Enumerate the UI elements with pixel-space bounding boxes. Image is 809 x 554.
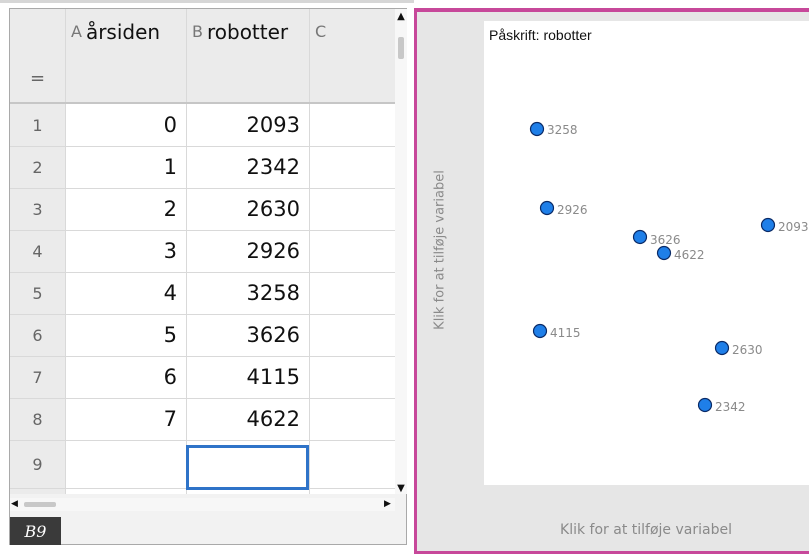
point-2093[interactable]: 2093 bbox=[760, 217, 809, 235]
y-axis-variable-prompt[interactable]: Klik for at tilføje variabel bbox=[433, 170, 448, 330]
cell-c[interactable] bbox=[309, 272, 395, 314]
app-window: A årsiden B robotter C = 1 0 2093 2 1 23… bbox=[0, 0, 809, 554]
cell-b[interactable]: 4622 bbox=[186, 398, 309, 440]
cell-a[interactable]: 2 bbox=[65, 188, 186, 230]
column-letter: B bbox=[192, 22, 203, 41]
point-3626[interactable]: 3626 bbox=[632, 229, 681, 248]
scroll-right-arrow-icon[interactable]: ▶ bbox=[384, 498, 394, 511]
point-label: 2926 bbox=[557, 203, 588, 217]
grid-line bbox=[10, 188, 395, 189]
point-4622[interactable]: 4622 bbox=[656, 245, 705, 263]
row-number[interactable]: 2 bbox=[10, 146, 65, 188]
cell-b[interactable]: 2093 bbox=[186, 104, 309, 146]
formula-cell-c[interactable] bbox=[309, 54, 395, 102]
point-4115[interactable]: 4115 bbox=[532, 323, 581, 341]
x-axis-variable-prompt[interactable]: Klik for at tilføje variabel bbox=[560, 522, 732, 538]
row-number[interactable]: 7 bbox=[10, 356, 65, 398]
point-label: 4115 bbox=[550, 326, 581, 340]
scroll-down-arrow-icon[interactable]: ▼ bbox=[395, 483, 407, 495]
spreadsheet-grid: A årsiden B robotter C = 1 0 2093 2 1 23… bbox=[10, 9, 395, 494]
cell-b[interactable]: 4115 bbox=[186, 356, 309, 398]
column-header-a[interactable]: A årsiden bbox=[65, 9, 186, 54]
column-letter: A bbox=[71, 22, 82, 41]
cell-a[interactable]: 5 bbox=[65, 314, 186, 356]
point-label: 4622 bbox=[674, 248, 705, 262]
column-letter: C bbox=[315, 22, 327, 41]
cell-b[interactable]: 2926 bbox=[186, 230, 309, 272]
cell-a[interactable]: 7 bbox=[65, 398, 186, 440]
grid-line bbox=[10, 356, 395, 357]
cell-a[interactable]: 6 bbox=[65, 356, 186, 398]
cell-b[interactable]: 2342 bbox=[186, 146, 309, 188]
cell-c[interactable] bbox=[309, 314, 395, 356]
row-number[interactable]: 5 bbox=[10, 272, 65, 314]
cell-a[interactable]: 4 bbox=[65, 272, 186, 314]
row-number[interactable]: 1 bbox=[10, 104, 65, 146]
pane-top-border bbox=[0, 0, 414, 3]
point-2926[interactable]: 2926 bbox=[539, 200, 588, 218]
row-number[interactable]: 9 bbox=[10, 440, 65, 488]
scatter-points[interactable]: 3258 2926 3626 4622 2093 4115 2630 2342 bbox=[484, 21, 809, 485]
corner-cell[interactable] bbox=[10, 9, 65, 54]
point-label: 2093 bbox=[778, 220, 809, 234]
column-name: årsiden bbox=[85, 19, 161, 44]
row-number[interactable]: 8 bbox=[10, 398, 65, 440]
cell-a[interactable]: 3 bbox=[65, 230, 186, 272]
scroll-up-arrow-icon[interactable]: ▲ bbox=[395, 11, 407, 23]
point-label: 3258 bbox=[547, 123, 578, 137]
cell-c[interactable] bbox=[309, 146, 395, 188]
cell-c[interactable] bbox=[309, 440, 395, 488]
cell-c[interactable] bbox=[309, 188, 395, 230]
plot-caption: Påskrift: robotter bbox=[489, 27, 592, 43]
row-number[interactable]: 6 bbox=[10, 314, 65, 356]
horizontal-scroll-thumb[interactable] bbox=[24, 502, 56, 507]
grid-line bbox=[10, 398, 395, 399]
column-header-b[interactable]: B robotter bbox=[186, 9, 309, 54]
cell-a[interactable]: 0 bbox=[65, 104, 186, 146]
header-divider bbox=[10, 102, 395, 104]
grid-line bbox=[309, 9, 310, 494]
vertical-scrollbar[interactable]: ▲ ▼ bbox=[395, 9, 407, 494]
grid-line bbox=[10, 272, 395, 273]
point-label: 2630 bbox=[732, 343, 763, 357]
column-name: robotter bbox=[206, 19, 289, 44]
formula-cell-b[interactable] bbox=[186, 54, 309, 102]
grid-line bbox=[10, 314, 395, 315]
grid-line bbox=[10, 440, 395, 441]
grid-line bbox=[65, 9, 66, 494]
point-2630[interactable]: 2630 bbox=[714, 340, 763, 358]
cell-b[interactable]: 3258 bbox=[186, 272, 309, 314]
row-number[interactable]: 3 bbox=[10, 188, 65, 230]
cell-a[interactable] bbox=[65, 440, 186, 488]
grid-line bbox=[10, 146, 395, 147]
vertical-scroll-thumb[interactable] bbox=[398, 37, 404, 59]
spreadsheet-pane: A årsiden B robotter C = 1 0 2093 2 1 23… bbox=[0, 0, 414, 554]
active-pane-indicator bbox=[414, 8, 809, 12]
cell-a[interactable]: 1 bbox=[65, 146, 186, 188]
point-label: 2342 bbox=[715, 400, 746, 414]
cell-c[interactable] bbox=[309, 104, 395, 146]
selected-cell-b9[interactable] bbox=[186, 445, 309, 490]
grid-line bbox=[186, 9, 187, 494]
row-number[interactable]: 4 bbox=[10, 230, 65, 272]
point-label: 3626 bbox=[650, 233, 681, 247]
point-3258[interactable]: 3258 bbox=[529, 121, 578, 138]
formula-row-label: = bbox=[10, 54, 65, 102]
grid-line bbox=[10, 230, 395, 231]
horizontal-scrollbar[interactable]: ◀ ▶ bbox=[10, 498, 395, 511]
scroll-left-arrow-icon[interactable]: ◀ bbox=[11, 498, 21, 511]
cell-c[interactable] bbox=[309, 230, 395, 272]
cell-b[interactable]: 3626 bbox=[186, 314, 309, 356]
active-cell-reference: B9 bbox=[10, 517, 61, 545]
point-2342[interactable]: 2342 bbox=[697, 397, 746, 415]
cell-b[interactable]: 2630 bbox=[186, 188, 309, 230]
column-header-c[interactable]: C bbox=[309, 9, 395, 54]
cell-c[interactable] bbox=[309, 398, 395, 440]
formula-cell-a[interactable] bbox=[65, 54, 186, 102]
cell-c[interactable] bbox=[309, 356, 395, 398]
